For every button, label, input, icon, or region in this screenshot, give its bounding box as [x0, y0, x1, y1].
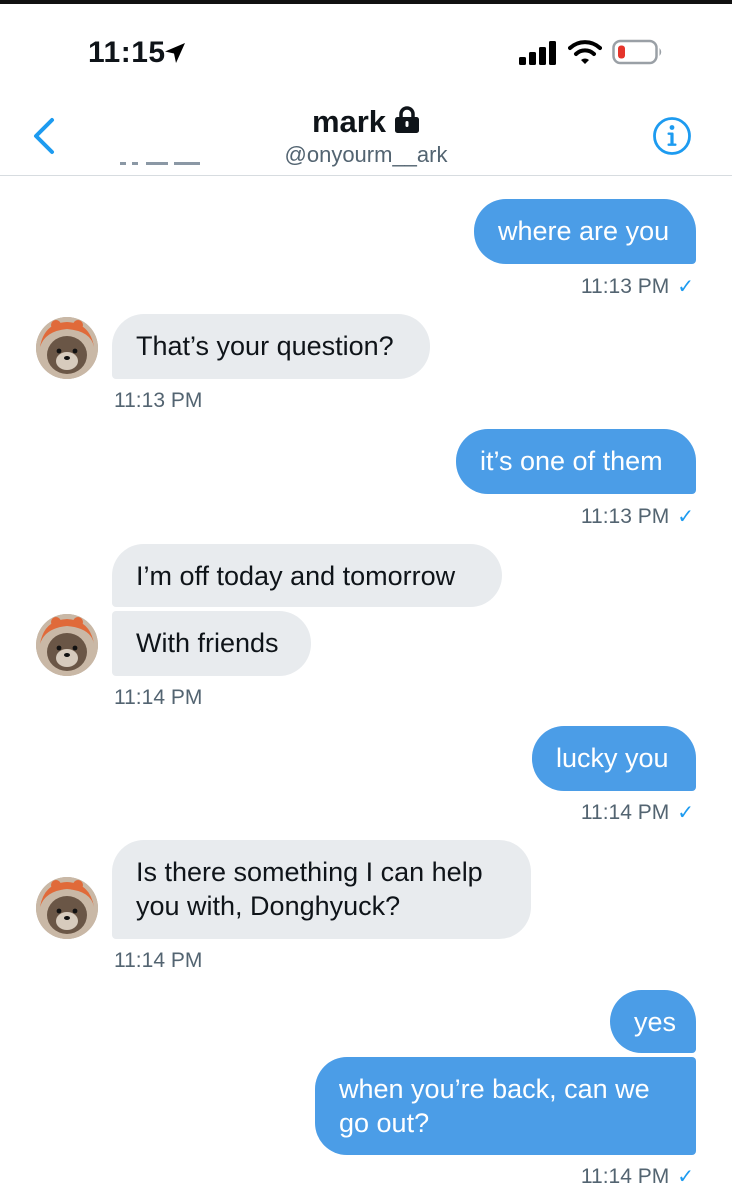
message-text: where are you — [498, 216, 670, 246]
message-text: lucky you — [556, 743, 669, 773]
message-text: That’s your question? — [136, 331, 394, 361]
message-timestamp: 11:13 PM ✓ — [580, 275, 694, 298]
message-timestamp: 11:14 PM — [114, 949, 203, 972]
read-check-icon: ✓ — [677, 802, 694, 824]
read-check-icon: ✓ — [677, 1166, 694, 1188]
avatar[interactable] — [36, 317, 98, 379]
sent-message[interactable]: lucky you — [532, 726, 696, 791]
sent-message[interactable]: when you’re back, can we go out? — [315, 1057, 696, 1155]
message-timestamp: 11:13 PM ✓ — [580, 505, 694, 528]
received-message[interactable]: Is there something I can help you with, … — [112, 840, 531, 939]
info-button[interactable] — [652, 116, 692, 156]
message-timestamp: 11:14 PM — [114, 686, 203, 709]
message-text-line: Is there something I can help — [136, 857, 483, 887]
message-text-line: when you’re back, can we — [339, 1074, 650, 1104]
lock-icon — [395, 106, 420, 133]
cellular-signal-icon — [519, 41, 556, 65]
conversation-title: mark — [0, 104, 732, 140]
location-arrow-icon — [165, 43, 185, 63]
avatar[interactable] — [36, 614, 98, 676]
message-text: I’m off today and tomorrow — [136, 561, 456, 591]
received-message[interactable]: With friends — [112, 611, 311, 676]
sent-message[interactable]: it’s one of them — [456, 429, 696, 494]
battery-low-icon — [612, 39, 662, 65]
otter-avatar-image — [36, 614, 98, 676]
avatar[interactable] — [36, 877, 98, 939]
message-text-line: you with, Donghyuck? — [136, 891, 401, 921]
otter-avatar-image — [36, 877, 98, 939]
contact-name: mark — [311, 104, 387, 139]
top-edge — [0, 0, 732, 4]
received-message[interactable]: I’m off today and tomorrow — [112, 544, 502, 607]
sent-message[interactable]: where are you — [474, 199, 696, 264]
clipped-timestamp — [112, 162, 222, 176]
message-timestamp: 11:13 PM — [114, 389, 203, 412]
message-timestamp: 11:14 PM ✓ — [580, 801, 694, 824]
otter-avatar-image — [36, 317, 98, 379]
header-divider — [0, 175, 732, 176]
message-timestamp: 11:14 PM ✓ — [580, 1165, 694, 1188]
message-text: it’s one of them — [480, 446, 663, 476]
status-time: 11:15 — [88, 36, 166, 69]
message-text-line: go out? — [339, 1108, 430, 1138]
read-check-icon: ✓ — [677, 506, 694, 528]
message-text: yes — [634, 1007, 677, 1037]
wifi-icon — [568, 40, 602, 64]
received-message[interactable]: That’s your question? — [112, 314, 430, 379]
read-check-icon: ✓ — [677, 276, 694, 298]
sent-message[interactable]: yes — [610, 990, 696, 1053]
message-text: With friends — [136, 628, 279, 658]
contact-handle: @onyourm__ark — [284, 142, 448, 167]
